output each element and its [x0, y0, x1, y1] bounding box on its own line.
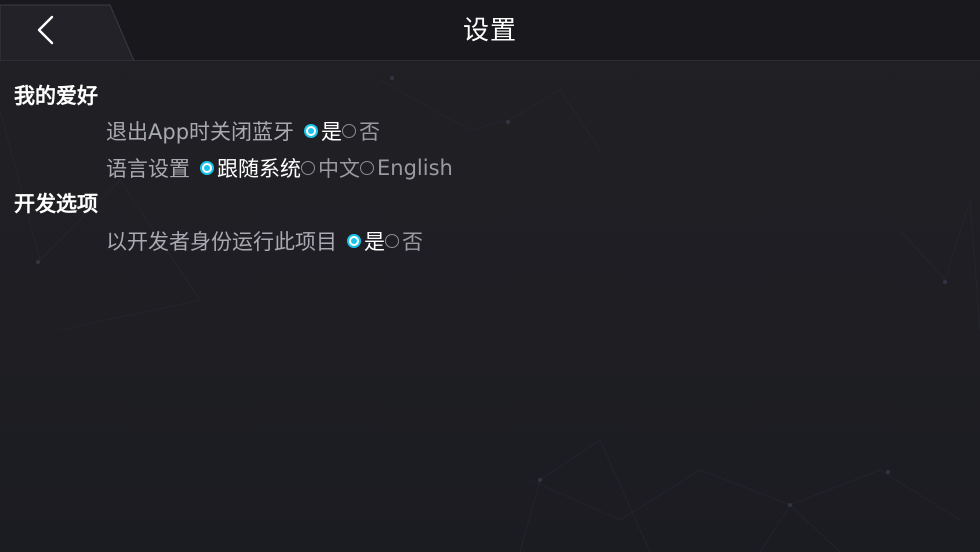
radio-checked-icon — [347, 234, 361, 248]
option-label: 跟随系统 — [217, 157, 301, 181]
setting-row-language: 语言设置 跟随系统 中文 English — [106, 153, 453, 183]
option-label: 是 — [364, 230, 385, 254]
radio-unchecked-icon — [385, 234, 399, 248]
option-label: 中文 — [318, 157, 360, 181]
radio-unchecked-icon — [342, 124, 357, 138]
radio-unchecked-icon — [360, 161, 374, 175]
radio-option-yes[interactable]: 是 — [347, 226, 385, 256]
page-title: 设置 — [462, 16, 517, 46]
radio-checked-icon — [304, 124, 319, 138]
radio-option-yes[interactable]: 是 — [304, 116, 342, 146]
option-label: 否 — [402, 230, 423, 254]
radio-option-no[interactable]: 否 — [342, 116, 380, 146]
radio-option-no[interactable]: 否 — [385, 226, 423, 256]
settings-screen: 设置 我的爱好 退出App时关闭蓝牙 是 否 语言设置 跟随系统 中文 Engl… — [0, 0, 980, 552]
top-bar: 设置 — [0, 0, 980, 61]
setting-row-run-as-developer: 以开发者身份运行此项目 是 否 — [106, 226, 423, 256]
background-network-pattern — [0, 76, 980, 552]
option-label: 否 — [359, 120, 381, 144]
radio-checked-icon — [200, 161, 214, 175]
radio-option-english[interactable]: English — [360, 156, 453, 180]
section-title-preferences: 我的爱好 — [14, 84, 98, 108]
option-label: English — [377, 156, 453, 180]
setting-label: 语言设置 — [106, 157, 190, 181]
radio-option-chinese[interactable]: 中文 — [301, 153, 360, 183]
setting-row-close-bluetooth: 退出App时关闭蓝牙 是 否 — [106, 116, 380, 146]
radio-option-follow-system[interactable]: 跟随系统 — [200, 153, 301, 183]
setting-label: 退出App时关闭蓝牙 — [106, 120, 295, 144]
option-label: 是 — [321, 120, 343, 144]
setting-label: 以开发者身份运行此项目 — [106, 230, 337, 254]
section-title-developer-options: 开发选项 — [14, 192, 98, 216]
radio-unchecked-icon — [301, 161, 315, 175]
